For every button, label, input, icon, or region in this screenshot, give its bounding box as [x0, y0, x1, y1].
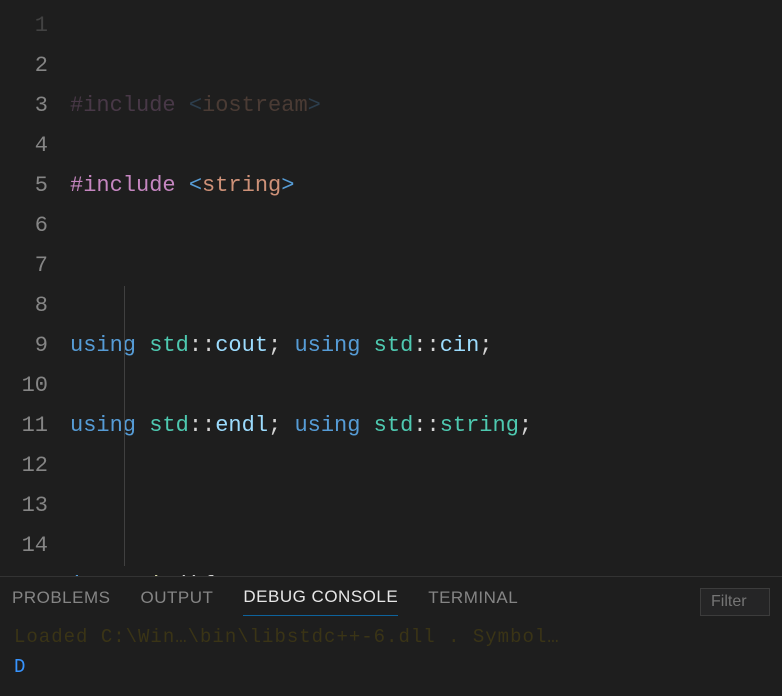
debug-loaded-line: Loaded C:\Win…\bin\libstdc++-6.dll . Sym… [14, 622, 768, 652]
tab-terminal[interactable]: TERMINAL [428, 588, 518, 616]
line-number: 3 [0, 86, 48, 126]
filter-input[interactable] [700, 588, 770, 616]
indent-guide [124, 286, 125, 566]
line-number: 13 [0, 486, 48, 526]
tab-output[interactable]: OUTPUT [140, 588, 213, 616]
tab-problems[interactable]: PROBLEMS [12, 588, 110, 616]
code-editor[interactable]: 1 2 3 4 5 6 7 8 9 10 11 12 13 14 #includ… [0, 0, 782, 576]
program-output: D [14, 652, 768, 682]
bottom-panel: PROBLEMS OUTPUT DEBUG CONSOLE TERMINAL L… [0, 576, 782, 696]
line-number-gutter: 1 2 3 4 5 6 7 8 9 10 11 12 13 14 [0, 6, 70, 576]
line-number: 8 [0, 286, 48, 326]
main-fn: main [123, 573, 176, 576]
line-number: 7 [0, 246, 48, 286]
debug-console-output[interactable]: Loaded C:\Win…\bin\libstdc++-6.dll . Sym… [0, 616, 782, 696]
code-content[interactable]: #include <iostream> #include <string> us… [70, 6, 782, 576]
line-number: 4 [0, 126, 48, 166]
line-number: 9 [0, 326, 48, 366]
preprocessor: #include [70, 173, 176, 198]
line-number: 10 [0, 366, 48, 406]
line-number: 14 [0, 526, 48, 566]
tab-debug-console[interactable]: DEBUG CONSOLE [243, 587, 398, 616]
preprocessor: #include [70, 93, 176, 118]
line-number: 11 [0, 406, 48, 446]
line-number: 12 [0, 446, 48, 486]
line-number: 5 [0, 166, 48, 206]
panel-tabs: PROBLEMS OUTPUT DEBUG CONSOLE TERMINAL [0, 577, 782, 616]
line-number: 6 [0, 206, 48, 246]
line-number: 2 [0, 46, 48, 86]
line-number: 1 [0, 6, 48, 46]
